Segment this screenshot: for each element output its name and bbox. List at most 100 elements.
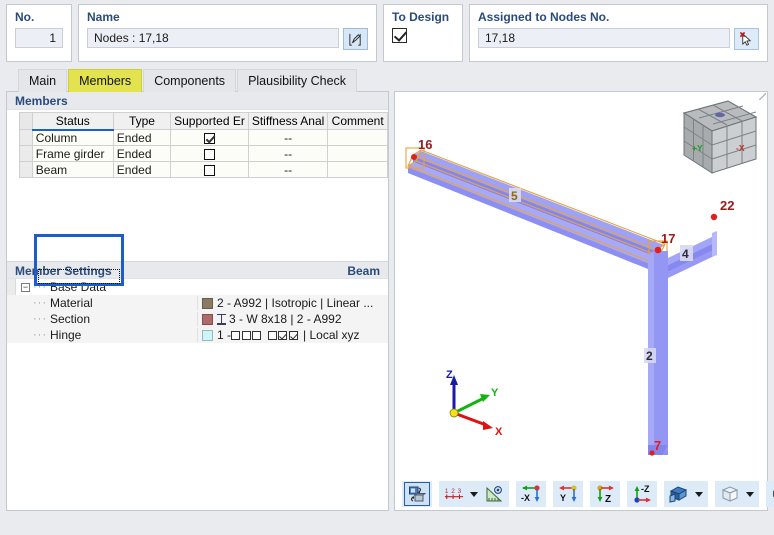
color-swatch-icon — [202, 297, 213, 309]
supported-end-checkbox[interactable] — [203, 164, 215, 176]
tree-row-base-data[interactable]: − ··· Base Data — [7, 279, 388, 295]
numbering-123-icon[interactable]: 1 2 3 — [441, 482, 467, 506]
member-5-frame-girder[interactable]: 5 — [405, 147, 668, 269]
cell-supported-end[interactable] — [170, 145, 249, 162]
toolbar-group-wireframe — [715, 481, 759, 507]
row-handle[interactable] — [19, 145, 33, 162]
view-minus-z-glyph: -Z — [634, 484, 651, 503]
to-design-checkbox[interactable] — [392, 28, 407, 43]
member-2-column[interactable]: 2 — [644, 251, 668, 455]
table-row[interactable]: Column Ended -- — [19, 129, 388, 146]
numbering-dropdown-caret-icon[interactable] — [467, 482, 481, 506]
cell-supported-end[interactable] — [170, 161, 249, 178]
cell-stiffness[interactable]: -- — [247, 145, 329, 162]
view-minus-z-icon[interactable]: -Z — [629, 482, 655, 506]
render-toggle-icon[interactable] — [404, 482, 430, 506]
table-row[interactable]: Frame girder Ended -- — [19, 145, 388, 162]
no-value[interactable]: 1 — [15, 28, 63, 48]
wireframe-dropdown-caret-icon[interactable] — [743, 482, 757, 506]
cell-type[interactable]: Ended — [112, 161, 172, 178]
tab-components[interactable]: Components — [143, 69, 237, 92]
tree-value-cell[interactable]: 1 - | Local xyz — [197, 328, 388, 342]
view-angle-ruler-icon[interactable] — [481, 482, 507, 506]
settings-tree: − ··· Base Data ··· Material 2 - A992 | — [7, 279, 388, 343]
toolbar-group-print — [766, 481, 774, 507]
members-section-title: Members — [7, 92, 388, 110]
to-design-card: To Design — [383, 4, 463, 62]
col-header-stiffness[interactable]: Stiffness Anal — [247, 112, 329, 130]
tab-bar: Main Members Components Plausibility Che… — [18, 68, 358, 92]
members-title-text: Members — [15, 94, 68, 108]
cell-stiffness[interactable]: -- — [247, 129, 329, 146]
cell-type[interactable]: Ended — [112, 145, 172, 162]
model-3d-svg: +Y -X 5 2 4 16 17 22 7 Z Y X — [405, 100, 758, 456]
node-label-17: 17 — [661, 231, 675, 246]
row-handle[interactable] — [19, 129, 33, 146]
tree-label: Base Data — [50, 280, 107, 294]
solid-model-dropdown-caret-icon[interactable] — [692, 482, 706, 506]
i-beam-section-icon — [217, 313, 226, 325]
assigned-nodes-input[interactable]: 17,18 — [478, 28, 730, 48]
model-3d-canvas[interactable]: +Y -X 5 2 4 16 17 22 7 Z Y X — [396, 93, 766, 485]
member-label-5: 5 — [511, 189, 518, 203]
tree-label-cell: ··· Section — [7, 312, 197, 326]
view-y-glyph: Y — [559, 485, 577, 503]
member-settings-title: Member Settings — [15, 264, 112, 278]
edit-pencil-glyph — [349, 33, 361, 46]
hinge-release-box-uz — [252, 330, 262, 340]
view-minus-x-glyph: -X — [521, 485, 540, 503]
solid-model-icon[interactable] — [666, 482, 692, 506]
cell-stiffness[interactable]: -- — [247, 161, 329, 178]
view-y-icon[interactable]: Y — [555, 482, 581, 506]
hinge-release-box-uy — [241, 330, 251, 340]
tab-members[interactable]: Members — [68, 69, 143, 92]
cell-status[interactable]: Beam — [31, 161, 114, 178]
svg-text:Y: Y — [560, 493, 566, 503]
cell-type[interactable]: Ended — [112, 129, 172, 146]
name-input[interactable]: Nodes : 17,18 — [87, 28, 339, 48]
name-card: Name Nodes : 17,18 — [78, 4, 377, 62]
to-design-label: To Design — [392, 10, 450, 24]
table-row[interactable]: Beam Ended -- — [19, 161, 388, 178]
cell-status[interactable]: Column — [31, 129, 114, 146]
tree-label: Hinge — [50, 328, 82, 342]
pick-cursor-glyph — [739, 31, 751, 46]
cell-comment[interactable] — [327, 129, 388, 146]
edit-pencil-icon[interactable] — [343, 28, 368, 50]
cell-status[interactable]: Frame girder — [31, 145, 114, 162]
wireframe-box-icon[interactable] — [717, 482, 743, 506]
toolbar-group-render — [402, 481, 432, 507]
collapse-expander-icon[interactable]: − — [21, 282, 30, 292]
row-handle[interactable] — [19, 161, 33, 178]
members-panel: Members Status Type Supported Er Stiffne… — [6, 91, 389, 511]
tab-plausibility-check[interactable]: Plausibility Check — [237, 69, 358, 92]
tree-dots: ··· — [33, 329, 47, 341]
toolbar-group-solid-model — [664, 481, 708, 507]
col-header-supported[interactable]: Supported Er — [170, 112, 249, 130]
toolbar-group-view-y: Y — [553, 481, 583, 507]
node-dot-17 — [654, 246, 662, 254]
axis-label-x: X — [495, 426, 503, 438]
view-z-icon[interactable]: Z — [592, 482, 618, 506]
col-header-comment[interactable]: Comment — [327, 112, 388, 130]
view-minus-x-icon[interactable]: -X — [518, 482, 544, 506]
pick-cursor-delete-icon[interactable] — [734, 28, 759, 50]
cell-supported-end[interactable] — [170, 129, 249, 146]
tree-row-hinge[interactable]: ··· Hinge 1 - | Local xyz — [7, 327, 388, 343]
cell-comment[interactable] — [327, 145, 388, 162]
tree-row-section[interactable]: ··· Section 3 - W 8x18 | 2 - A992 — [7, 311, 388, 327]
col-header-type[interactable]: Type — [112, 112, 172, 130]
col-header-status[interactable]: Status — [31, 112, 114, 131]
view-resize-grip-tr[interactable] — [759, 93, 766, 100]
tree-row-material[interactable]: ··· Material 2 - A992 | Isotropic | Line… — [7, 295, 388, 311]
cell-comment[interactable] — [327, 161, 388, 178]
tree-label-cell: ··· Hinge — [7, 328, 197, 342]
supported-end-checkbox[interactable] — [203, 148, 215, 160]
print-icon[interactable] — [768, 482, 774, 506]
tree-value-cell[interactable]: 2 - A992 | Isotropic | Linear ... — [197, 296, 388, 310]
supported-end-checkbox[interactable] — [203, 132, 215, 144]
tree-value-cell[interactable]: 3 - W 8x18 | 2 - A992 — [197, 312, 388, 326]
tab-main[interactable]: Main — [18, 69, 68, 92]
model-view-panel: +Y -X 5 2 4 16 17 22 7 Z Y X 1 2 3 -X Y … — [394, 91, 774, 511]
node-label-7: 7 — [654, 438, 661, 453]
